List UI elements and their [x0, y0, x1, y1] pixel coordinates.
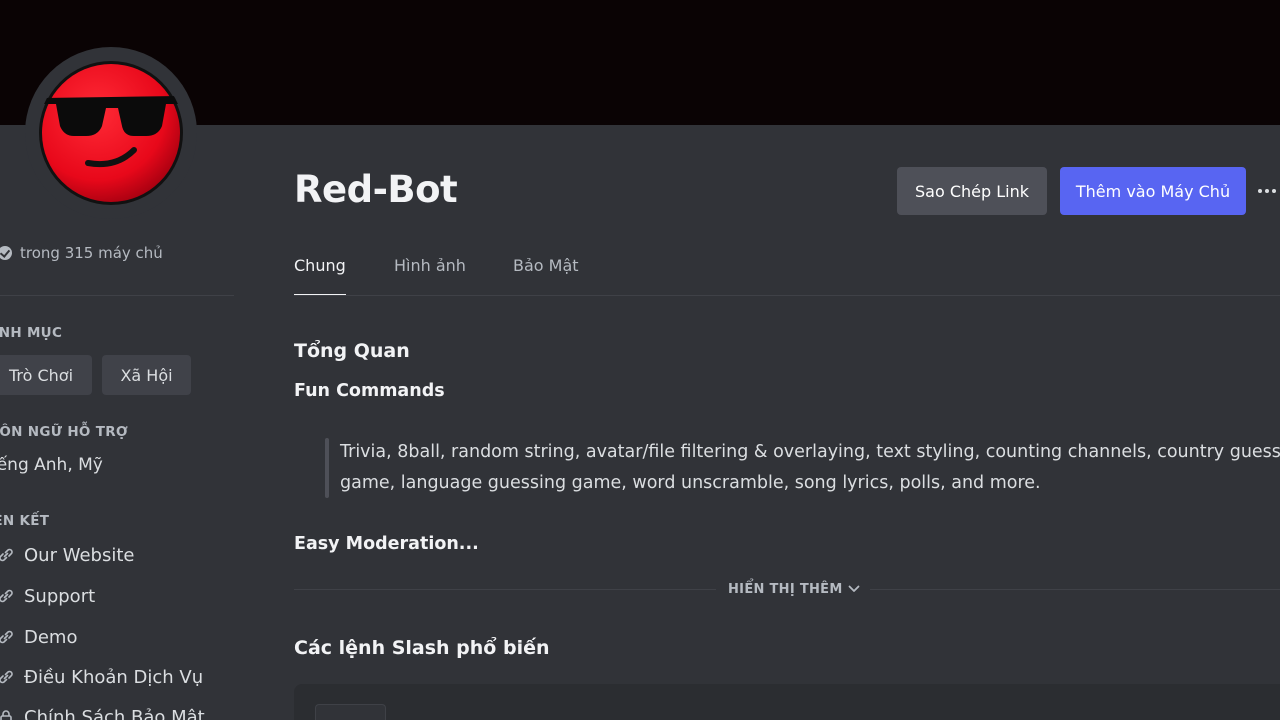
avatar — [38, 60, 184, 206]
chevron-down-icon — [848, 585, 860, 593]
blockquote-bar — [325, 438, 329, 498]
sidebar-link-label: Demo — [24, 626, 78, 648]
blockquote-line: Trivia, 8ball, random string, avatar/fil… — [340, 442, 1280, 462]
slash-commands-panel — [294, 684, 1280, 720]
server-count: trong 315 máy chủ — [0, 242, 163, 264]
fun-commands-heading: Fun Commands — [294, 381, 445, 401]
sidebar-link-terms[interactable]: Điều Khoản Dịch Vụ — [0, 664, 203, 690]
tab-security[interactable]: Bảo Mật — [513, 256, 579, 296]
link-icon — [0, 545, 16, 565]
bot-name-title: Red-Bot — [294, 168, 458, 211]
lock-icon — [0, 707, 16, 720]
sidebar-link-label: Support — [24, 585, 96, 607]
sidebar-link-label: Điều Khoản Dịch Vụ — [24, 666, 204, 688]
category-chip-games[interactable]: Trò Chơi — [0, 355, 92, 395]
dot — [1265, 189, 1269, 193]
show-more-label: HIỂN THỊ THÊM — [728, 581, 843, 597]
sidebar-link-privacy[interactable]: Chính Sách Bảo Mật — [0, 704, 205, 720]
links-heading: IÊN KẾT — [0, 513, 50, 529]
dot — [1272, 189, 1276, 193]
link-icon — [0, 667, 16, 687]
show-more-button[interactable]: HIỂN THỊ THÊM — [728, 580, 860, 598]
categories-heading: ANH MỤC — [0, 325, 63, 341]
divider-line — [870, 589, 1280, 590]
easy-moderation-heading: Easy Moderation... — [294, 534, 479, 554]
verified-check-icon — [0, 246, 12, 260]
sidebar-divider — [0, 295, 234, 296]
sidebar-link-website[interactable]: Our Website — [0, 542, 134, 568]
divider-line — [294, 589, 716, 590]
sidebar-link-label: Our Website — [24, 544, 135, 566]
sidebar-link-label: Chính Sách Bảo Mật — [24, 706, 205, 720]
link-icon — [0, 627, 16, 647]
server-count-text: trong 315 máy chủ — [20, 244, 163, 262]
tabs-divider — [294, 295, 1280, 296]
sidebar-link-demo[interactable]: Demo — [0, 624, 77, 650]
languages-heading: GÔN NGỮ HỖ TRỢ — [0, 424, 128, 440]
dot — [1258, 189, 1262, 193]
more-options-icon[interactable] — [1258, 180, 1280, 202]
tab-general[interactable]: Chung — [294, 256, 346, 296]
category-chip-social[interactable]: Xã Hội — [102, 355, 191, 395]
add-to-server-button[interactable]: Thêm vào Máy Chủ — [1060, 167, 1246, 215]
blockquote-line: game, language guessing game, word unscr… — [340, 473, 1041, 493]
bot-avatar-image — [39, 61, 183, 205]
slash-command-chip[interactable] — [315, 704, 386, 720]
copy-link-button[interactable]: Sao Chép Link — [897, 167, 1047, 215]
tab-images[interactable]: Hình ảnh — [394, 256, 466, 296]
sidebar-link-support[interactable]: Support — [0, 583, 95, 609]
slash-commands-heading: Các lệnh Slash phổ biến — [294, 637, 550, 659]
link-icon — [0, 586, 16, 606]
bot-profile-page: trong 315 máy chủ ANH MỤC Trò Chơi Xã Hộ… — [0, 0, 1280, 720]
languages-value: iếng Anh, Mỹ — [0, 455, 103, 475]
overview-heading: Tổng Quan — [294, 340, 410, 362]
